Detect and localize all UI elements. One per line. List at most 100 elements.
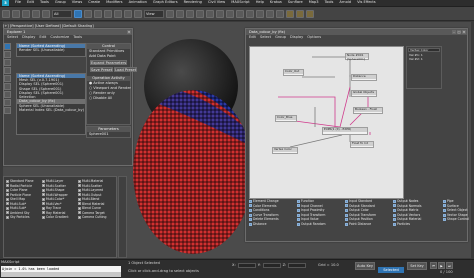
render-setup-icon[interactable] <box>286 9 294 18</box>
material-editor-icon[interactable] <box>276 9 284 18</box>
node-global-objects[interactable]: Global Objects <box>351 90 377 97</box>
explorer-menu-select[interactable]: Select <box>7 35 18 40</box>
snap-toggle-icon[interactable] <box>176 9 184 18</box>
rotate-icon[interactable] <box>124 9 132 18</box>
menu-item-civil-view[interactable]: Civil View <box>208 1 225 5</box>
menu-item-tools[interactable]: Tools <box>40 1 49 5</box>
side-dropdown[interactable]: Vertex Color <box>408 48 440 52</box>
reference-coordinate-dropdown[interactable]: View <box>144 9 164 18</box>
selected-dropdown[interactable]: Selected <box>378 267 404 273</box>
menu-item-animation[interactable]: Animation <box>129 1 147 5</box>
coord-y-field[interactable] <box>262 263 281 268</box>
menu-item-create[interactable]: Create <box>88 1 100 5</box>
app-logo[interactable]: 3 <box>2 0 9 6</box>
bind-space-warp-icon[interactable] <box>42 9 50 18</box>
browser-item[interactable]: Camera Cutting <box>78 215 114 220</box>
move-icon[interactable] <box>114 9 122 18</box>
display-geometry-icon[interactable] <box>4 43 11 50</box>
display-cameras-icon[interactable] <box>4 67 11 74</box>
schematic-view-icon[interactable] <box>266 9 274 18</box>
menu-item-group[interactable]: Group <box>55 1 66 5</box>
load-preset-button[interactable]: Load Preset <box>114 67 138 72</box>
display-helpers-icon[interactable] <box>4 75 11 82</box>
render-frame-icon[interactable] <box>296 9 304 18</box>
spinner-snap-icon[interactable] <box>206 9 214 18</box>
curve-editor-icon[interactable] <box>256 9 264 18</box>
control-row[interactable]: Add Data Point <box>87 54 130 59</box>
selection-filter-dropdown[interactable]: All <box>52 9 72 18</box>
editor-menu-select[interactable]: Select <box>260 35 271 40</box>
node-boolean-float[interactable]: Boolean - Float <box>353 107 383 114</box>
editor-menu-group[interactable]: Group <box>275 35 286 40</box>
list-item[interactable]: Render SEL (Unavailable) <box>17 48 85 52</box>
coord-x-field[interactable] <box>237 263 256 268</box>
menu-item-map3[interactable]: Map3 <box>309 1 319 5</box>
mirror-icon[interactable] <box>226 9 234 18</box>
side-row[interactable]: Val #2: 1 <box>407 57 441 61</box>
display-groups-icon[interactable] <box>4 91 11 98</box>
editor-menu-options[interactable]: Options <box>307 35 321 40</box>
menu-item-graph-editors[interactable]: Graph Editors <box>153 1 178 5</box>
menu-item-vis-effects[interactable]: Vis Effects <box>357 1 376 5</box>
node-color-blue[interactable]: Color_Blue <box>275 115 297 122</box>
close-icon[interactable]: ✕ <box>127 30 131 34</box>
display-spacewarps-icon[interactable] <box>4 83 11 90</box>
menu-item-arnold[interactable]: Arnold <box>339 1 351 5</box>
set-key-button[interactable]: Set Key <box>407 262 427 270</box>
editor-menu-edit[interactable]: Edit <box>249 35 256 40</box>
pivot-center-icon[interactable] <box>166 9 174 18</box>
node-sphere[interactable]: Node #001 [Sphere001] <box>345 53 369 60</box>
display-bones-icon[interactable] <box>4 107 11 114</box>
go-to-end-icon[interactable]: ⏭ <box>446 262 453 269</box>
menu-item-maxscript[interactable]: MAXScript <box>231 1 249 5</box>
maximize-icon[interactable]: □ <box>457 30 461 34</box>
link-icon[interactable] <box>22 9 30 18</box>
palette-item[interactable]: Shape Control <box>443 217 469 222</box>
undo-icon[interactable] <box>2 9 10 18</box>
browser-item[interactable]: Sky Particles <box>6 215 42 220</box>
menu-item-sunflare[interactable]: Sunflare <box>288 1 303 5</box>
explorer-menu-customize[interactable]: Customize <box>50 35 69 40</box>
close-icon[interactable]: ✕ <box>462 30 466 34</box>
display-shapes-icon[interactable] <box>4 51 11 58</box>
unlink-icon[interactable] <box>32 9 40 18</box>
redo-icon[interactable] <box>12 9 20 18</box>
node-float-to-int[interactable]: Float To Int <box>350 141 374 148</box>
explorer-menu-display[interactable]: Display <box>22 35 35 40</box>
node-expression[interactable]: EXPR(1 (X) - EXPR) <box>322 127 368 135</box>
menu-item-modifiers[interactable]: Modifiers <box>106 1 122 5</box>
menu-item-rendering[interactable]: Rendering <box>184 1 202 5</box>
menu-item-help[interactable]: Help <box>256 1 264 5</box>
radio-disable-all[interactable]: ○ Disable All <box>87 96 130 101</box>
layer-explorer-icon[interactable] <box>246 9 254 18</box>
menu-item-edit[interactable]: Edit <box>27 1 34 5</box>
render-production-icon[interactable] <box>306 9 314 18</box>
minimize-icon[interactable]: – <box>452 30 456 34</box>
select-by-name-icon[interactable] <box>84 9 92 18</box>
display-lights-icon[interactable] <box>4 59 11 66</box>
named-selection-icon[interactable] <box>216 9 224 18</box>
scale-icon[interactable] <box>134 9 142 18</box>
maxscript-input[interactable] <box>1 272 121 277</box>
menu-item-kratoa[interactable]: Kratoa <box>270 1 282 5</box>
angle-snap-icon[interactable] <box>186 9 194 18</box>
window-crossing-icon[interactable] <box>104 9 112 18</box>
explorer-menu-tools[interactable]: Tools <box>73 35 82 40</box>
percent-snap-icon[interactable] <box>196 9 204 18</box>
node-distance[interactable]: Distance <box>351 74 377 81</box>
menu-item-views[interactable]: Views <box>72 1 82 5</box>
menu-item-tools-2[interactable]: Tools <box>325 1 334 5</box>
region-select-icon[interactable] <box>94 9 102 18</box>
browser-item[interactable]: Color Gradient <box>42 215 78 220</box>
coord-z-field[interactable] <box>288 263 307 268</box>
palette-item[interactable]: Particles <box>393 222 441 227</box>
node-graph-canvas[interactable]: Color_Out Node #001 [Sphere001] Distance… <box>249 46 404 199</box>
save-preset-button[interactable]: Save Preset <box>90 67 114 72</box>
browser-side-strip[interactable] <box>118 176 127 258</box>
editor-menu-display[interactable]: Display <box>290 35 303 40</box>
node-vertex-color[interactable]: Vertex Color <box>272 147 298 154</box>
select-object-icon[interactable] <box>74 9 82 18</box>
display-xrefs-icon[interactable] <box>4 99 11 106</box>
auto-key-button[interactable]: Auto Key <box>355 262 375 270</box>
palette-item[interactable]: Distance <box>249 222 297 227</box>
